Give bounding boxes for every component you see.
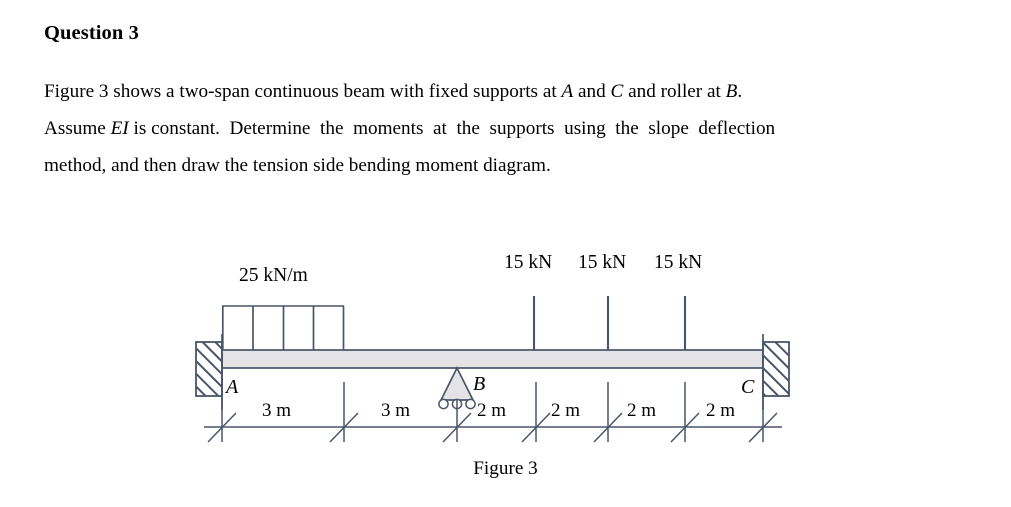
dimension-label-5: 2 m [627, 400, 657, 421]
dimension-label-6: 2 m [706, 400, 736, 421]
question-line-3: method, and then draw the tension side b… [44, 155, 551, 176]
question-body: Figure 3 shows a two-span continuous bea… [44, 73, 974, 184]
question-line-1: Figure 3 shows a two-span continuous bea… [44, 81, 743, 102]
fixed-support-c [762, 334, 790, 410]
question-line-2: Assume EI is constant. Determine the mom… [44, 118, 776, 139]
point-load-label-3: 15 kN [654, 252, 703, 273]
figure-caption: Figure 3 [473, 458, 538, 479]
point-load-label-2: 15 kN [578, 252, 627, 273]
point-load-label-1: 15 kN [504, 252, 553, 273]
support-label-a: A [226, 376, 239, 398]
page-title: Question 3 [44, 22, 139, 44]
udl-label: 25 kN/m [239, 265, 308, 286]
dimension-label-2: 3 m [381, 400, 411, 421]
fixed-support-a [195, 334, 223, 410]
dimension-label-4: 2 m [551, 400, 581, 421]
support-label-b: B [473, 373, 486, 395]
beam-member [217, 349, 767, 369]
dimension-label-3: 2 m [477, 400, 507, 421]
point-load-group [532, 296, 695, 362]
support-label-c: C [741, 376, 755, 398]
dimension-label-1: 3 m [262, 400, 292, 421]
document-page: Question 3 Figure 3 shows a two-span con… [0, 0, 1011, 507]
beam-figure: 25 kN/m 15 kN 15 kN 15 kN A B C 3 m 3 m … [0, 230, 1011, 500]
